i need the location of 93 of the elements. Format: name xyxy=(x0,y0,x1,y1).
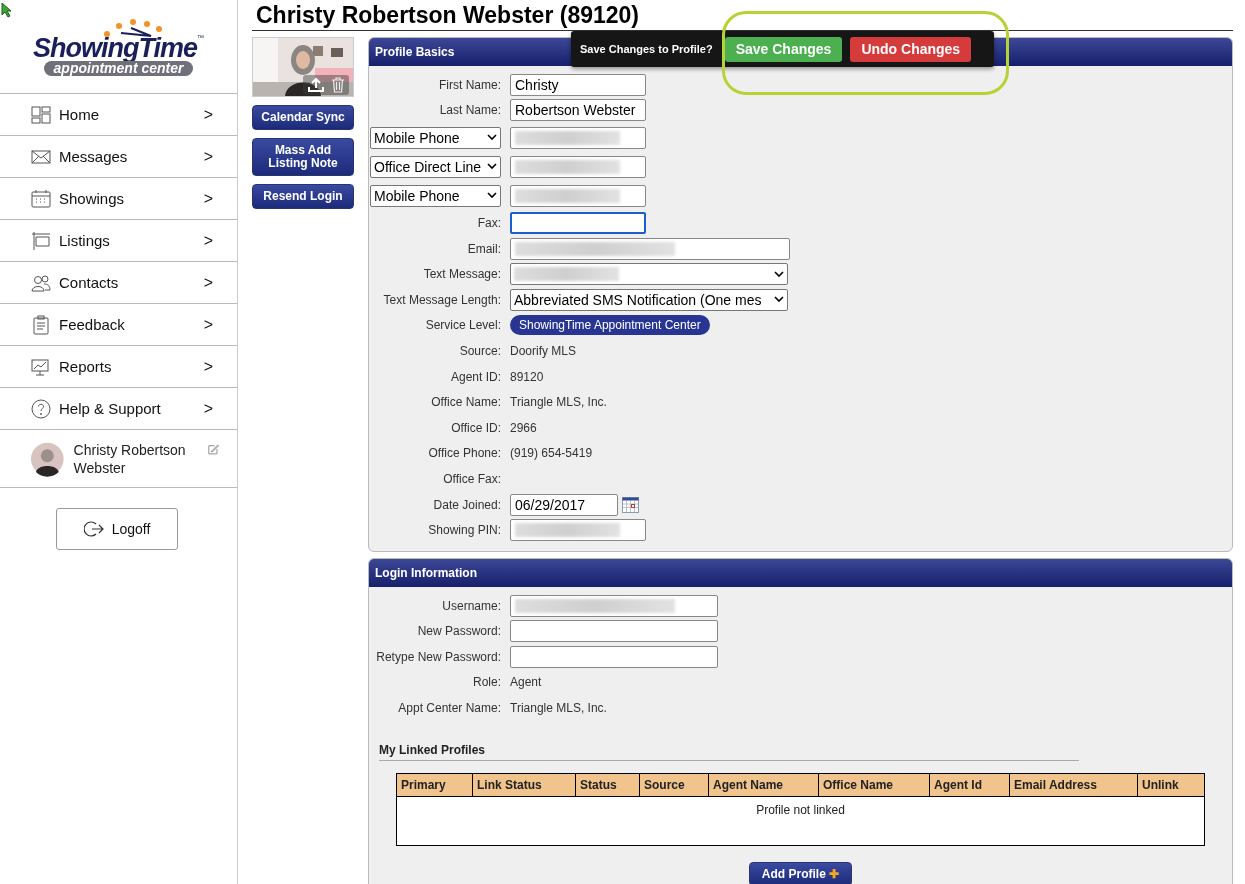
chart-icon xyxy=(31,356,51,377)
calendar-icon xyxy=(31,188,51,209)
nav-item[interactable]: Messages > xyxy=(0,136,237,178)
cursor-icon xyxy=(1,2,13,18)
logoff-button[interactable]: Logoff xyxy=(56,508,178,550)
field-value: Doorify MLS xyxy=(510,343,577,358)
field-label: Date Joined: xyxy=(433,497,501,512)
logo-tagline: appointment center xyxy=(43,60,194,76)
save-prompt: Save Changes to Profile? xyxy=(580,43,713,55)
nav-item[interactable]: Listings > xyxy=(0,220,237,262)
field-label: Showing PIN: xyxy=(428,523,501,538)
caret-icon xyxy=(487,192,497,200)
field-value: Triangle MLS, Inc. xyxy=(510,395,607,410)
caret-icon xyxy=(487,163,497,171)
field-label: Office Phone: xyxy=(428,446,501,461)
select-field[interactable]: Abbreviated SMS Notification (One mes xyxy=(510,288,788,311)
nav-item[interactable]: Showings > xyxy=(0,178,237,220)
column-header: Email Address xyxy=(1010,773,1138,796)
caret-icon xyxy=(774,296,784,304)
column-header: Unlink xyxy=(1141,776,1180,794)
input-field[interactable] xyxy=(510,594,718,617)
calendar-icon[interactable] xyxy=(622,496,639,513)
phone-type-select[interactable]: Mobile Phone xyxy=(370,184,501,207)
field-value: Triangle MLS, Inc. xyxy=(510,701,607,716)
input-field[interactable] xyxy=(510,155,646,178)
add-profile-button[interactable]: Add Profile ✚ xyxy=(748,861,853,884)
field-label: Username: xyxy=(442,598,501,613)
phone-type-select[interactable]: Mobile Phone xyxy=(370,126,501,149)
empty-message: Profile not linked xyxy=(756,802,845,817)
field-label: Appt Center Name: xyxy=(398,701,501,716)
date-field[interactable]: 06/29/2017 xyxy=(510,493,618,516)
input-field[interactable] xyxy=(510,126,646,149)
input-field[interactable]: Robertson Webster xyxy=(510,99,646,122)
trash-icon[interactable] xyxy=(331,77,345,93)
field-label: Fax: xyxy=(477,216,501,230)
field-value: 2966 xyxy=(510,420,537,435)
logout-icon xyxy=(83,520,104,538)
field-label: First Name: xyxy=(439,77,501,92)
nav-item[interactable]: Help & Support > xyxy=(0,388,237,430)
clipboard-icon xyxy=(31,314,51,335)
help-icon xyxy=(31,398,51,419)
field-label: Office ID: xyxy=(451,420,501,435)
field-value: (919) 654-5419 xyxy=(510,446,593,461)
column-header: Source xyxy=(640,773,709,796)
field-label: Role: xyxy=(473,675,501,690)
field-value: Agent xyxy=(510,675,542,690)
nav-item[interactable]: Home > xyxy=(0,94,237,136)
input-field[interactable] xyxy=(510,645,718,668)
field-label: Email: xyxy=(467,241,501,256)
column-header: Agent Name xyxy=(709,773,819,796)
field-label: Last Name: xyxy=(439,103,501,118)
field-label: Text Message: xyxy=(423,267,501,282)
side-action-button[interactable]: Calendar Sync xyxy=(252,105,354,130)
user-name: Christy Robertson Webster xyxy=(73,440,187,477)
column-header: Agent Id xyxy=(930,773,1010,796)
field-label: Service Level: xyxy=(425,318,501,333)
side-action-button[interactable]: Mass Add Listing Note xyxy=(252,138,354,176)
people-icon xyxy=(31,272,51,293)
column-header: Primary xyxy=(397,773,473,796)
select-field[interactable] xyxy=(510,263,788,286)
caret-icon xyxy=(774,270,784,278)
section-heading: My Linked Profiles xyxy=(379,742,1079,761)
edit-icon[interactable] xyxy=(207,442,219,456)
column-header: Office Name xyxy=(819,773,930,796)
field-label: Office Name: xyxy=(431,395,501,410)
input-field[interactable]: Christy xyxy=(510,73,646,96)
field-label: Text Message Length: xyxy=(383,292,501,307)
service-level-badge: ShowingTime Appointment Center xyxy=(510,315,710,336)
input-field[interactable] xyxy=(510,519,646,542)
nav-item[interactable]: Contacts > xyxy=(0,262,237,304)
caret-icon xyxy=(487,134,497,142)
sign-icon xyxy=(31,230,51,251)
phone-type-select[interactable]: Office Direct Line xyxy=(370,155,501,178)
column-header: Status xyxy=(576,773,640,796)
field-label: New Password: xyxy=(417,624,501,639)
panel-header: Login Information xyxy=(369,558,1232,587)
field-label: Retype New Password: xyxy=(376,649,501,664)
upload-icon[interactable] xyxy=(307,77,325,93)
home-icon xyxy=(31,104,51,125)
nav-item[interactable]: Reports > xyxy=(0,346,237,388)
input-field[interactable] xyxy=(510,212,646,234)
field-label: Source: xyxy=(459,343,501,358)
field-label: Office Fax: xyxy=(443,471,501,486)
side-action-button[interactable]: Resend Login xyxy=(252,184,354,209)
nav-item[interactable]: Feedback > xyxy=(0,304,237,346)
field-value: 89120 xyxy=(510,369,544,384)
field-label: Agent ID: xyxy=(450,369,501,384)
input-field[interactable] xyxy=(510,620,718,643)
input-field[interactable] xyxy=(510,184,646,207)
undo-changes-button[interactable]: Undo Changes xyxy=(850,36,972,62)
input-field[interactable] xyxy=(510,237,790,260)
logo-name: ShowingTime xyxy=(33,33,197,62)
column-header: Link Status xyxy=(473,773,576,796)
